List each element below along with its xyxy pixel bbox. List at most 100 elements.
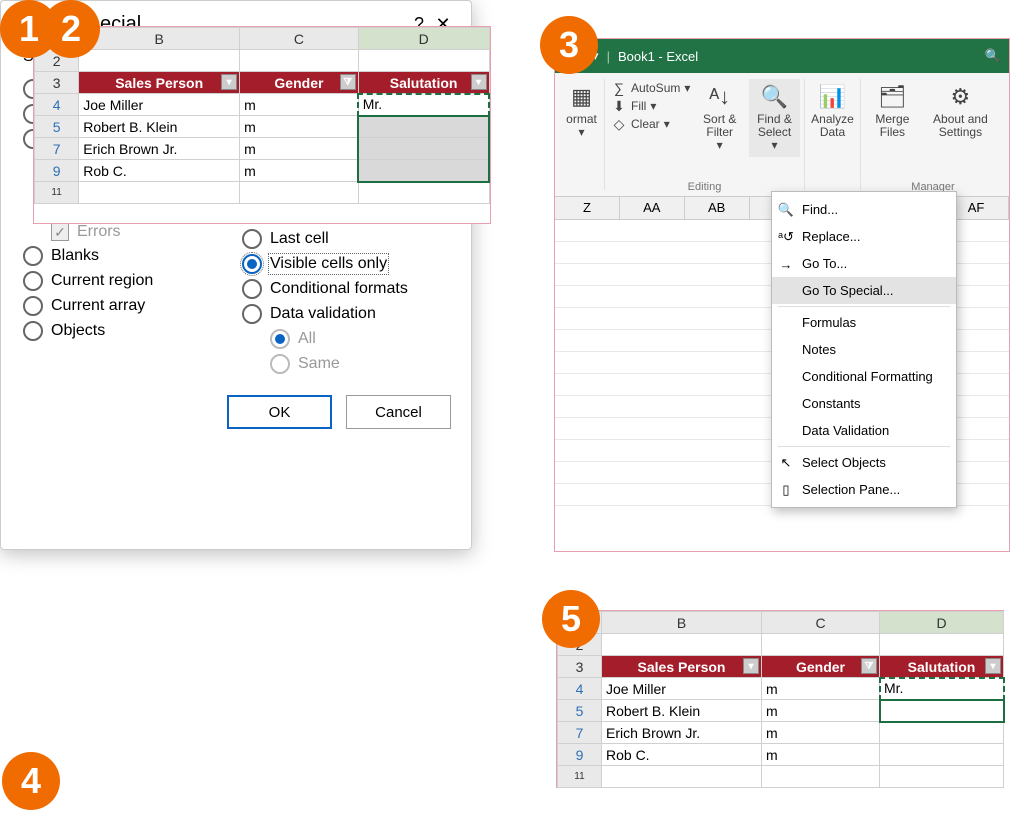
filter-active-icon[interactable]: ⧩: [861, 658, 877, 674]
col-header[interactable]: C: [762, 612, 880, 634]
sort-filter-button[interactable]: ᴬ↓Sort & Filter ▾: [696, 79, 743, 157]
menu-find[interactable]: 🔍Find...: [772, 196, 956, 223]
row-header[interactable]: 5: [35, 116, 79, 138]
cell[interactable]: Rob C.: [602, 744, 762, 766]
cell[interactable]: [880, 722, 1004, 744]
radio-current-region[interactable]: Current region: [23, 271, 232, 291]
worksheet-grid[interactable]: B C D 2 3 Sales Person▾ Gender⧩ Salutati…: [557, 611, 1005, 788]
cell[interactable]: m: [240, 94, 359, 116]
radio-objects[interactable]: Objects: [23, 321, 232, 341]
radio-same: Same: [270, 354, 451, 374]
col-header[interactable]: D: [880, 612, 1004, 634]
table-header-cell[interactable]: Gender⧩: [240, 72, 359, 94]
cell-selected[interactable]: [358, 138, 489, 160]
table-header-cell[interactable]: Sales Person▾: [602, 656, 762, 678]
ok-button[interactable]: OK: [227, 395, 332, 429]
cell[interactable]: Erich Brown Jr.: [79, 138, 240, 160]
cell-copied[interactable]: Mr.: [358, 94, 489, 116]
about-settings-button[interactable]: ⚙About and Settings: [920, 79, 1001, 143]
cell[interactable]: m: [240, 160, 359, 182]
table-header-cell[interactable]: Sales Person▾: [79, 72, 240, 94]
cell[interactable]: m: [762, 744, 880, 766]
menu-notes[interactable]: Notes: [772, 336, 956, 363]
menu-data-validation[interactable]: Data Validation: [772, 417, 956, 444]
cell-selected[interactable]: [358, 160, 489, 182]
filter-dropdown-icon[interactable]: ▾: [985, 658, 1001, 674]
cell[interactable]: m: [762, 722, 880, 744]
menu-replace[interactable]: ᵃ↺Replace...: [772, 223, 956, 250]
cell[interactable]: Robert B. Klein: [79, 116, 240, 138]
clear-button[interactable]: ◇Clear ▾: [611, 116, 690, 132]
filter-dropdown-icon[interactable]: ▾: [743, 658, 759, 674]
row-header[interactable]: 5: [558, 700, 602, 722]
step-badge-3: 3: [540, 16, 598, 74]
cell-active[interactable]: [880, 700, 1004, 722]
find-icon: 🔍: [778, 202, 794, 218]
merge-files-button[interactable]: 🗂Merge Files: [865, 79, 920, 143]
titlebar: ⊞ ▾ ▾ | Book1 - Excel 🔍: [555, 39, 1009, 73]
table-header-cell[interactable]: Salutation▾: [880, 656, 1004, 678]
cell[interactable]: m: [240, 116, 359, 138]
analyze-data-button[interactable]: 📊Analyze Data: [805, 79, 860, 143]
cell[interactable]: Erich Brown Jr.: [602, 722, 762, 744]
analyze-icon: 📊: [819, 83, 847, 111]
menu-conditional-formatting[interactable]: Conditional Formatting: [772, 363, 956, 390]
cell-selected[interactable]: [358, 116, 489, 138]
filter-dropdown-icon[interactable]: ▾: [471, 74, 487, 90]
step-badge-2: 2: [42, 0, 100, 58]
menu-formulas[interactable]: Formulas: [772, 309, 956, 336]
cell[interactable]: Joe Miller: [602, 678, 762, 700]
table-header-cell[interactable]: Gender⧩: [762, 656, 880, 678]
row-header[interactable]: 3: [558, 656, 602, 678]
worksheet-grid[interactable]: B C D 2 3 Sales Person▾ Gender⧩ Salutati…: [34, 27, 490, 204]
radio-blanks[interactable]: Blanks: [23, 246, 232, 266]
row-header[interactable]: 11: [558, 766, 602, 788]
menu-constants[interactable]: Constants: [772, 390, 956, 417]
window-title: Book1 - Excel: [618, 49, 698, 64]
radio-all: All: [270, 329, 451, 349]
menu-select-objects[interactable]: ↖Select Objects: [772, 449, 956, 476]
excel-ribbon-panel: ⊞ ▾ ▾ | Book1 - Excel 🔍 ▦ormat▾ ∑AutoSum…: [554, 38, 1010, 552]
autosum-button[interactable]: ∑AutoSum ▾: [611, 80, 690, 96]
row-header[interactable]: 4: [35, 94, 79, 116]
radio-visible-cells-only[interactable]: Visible cells only: [242, 254, 451, 274]
cell[interactable]: Robert B. Klein: [602, 700, 762, 722]
cell[interactable]: m: [762, 678, 880, 700]
row-header[interactable]: 3: [35, 72, 79, 94]
radio-conditional-formats[interactable]: Conditional formats: [242, 279, 451, 299]
cell[interactable]: [880, 744, 1004, 766]
replace-icon: ᵃ↺: [778, 229, 794, 245]
row-header[interactable]: 9: [558, 744, 602, 766]
cell[interactable]: m: [240, 138, 359, 160]
cell[interactable]: Rob C.: [79, 160, 240, 182]
radio-last-cell[interactable]: Last cell: [242, 229, 451, 249]
cancel-button[interactable]: Cancel: [346, 395, 451, 429]
col-header[interactable]: C: [240, 28, 359, 50]
col-header[interactable]: B: [602, 612, 762, 634]
col-header[interactable]: D: [358, 28, 489, 50]
row-header[interactable]: 11: [35, 182, 79, 204]
row-header[interactable]: 7: [558, 722, 602, 744]
row-header[interactable]: 9: [35, 160, 79, 182]
filter-active-icon[interactable]: ⧩: [340, 74, 356, 90]
cell-copied[interactable]: Mr.: [880, 678, 1004, 700]
menu-goto[interactable]: →Go To...: [772, 250, 956, 277]
sigma-icon: ∑: [611, 80, 627, 96]
radio-current-array[interactable]: Current array: [23, 296, 232, 316]
fill-button[interactable]: ⬇Fill ▾: [611, 98, 690, 114]
menu-goto-special[interactable]: Go To Special...: [772, 277, 956, 304]
radio-data-validation[interactable]: Data validation: [242, 304, 451, 324]
step-badge-4: 4: [2, 752, 60, 810]
format-button[interactable]: ▦ormat▾: [560, 79, 603, 143]
search-icon[interactable]: 🔍: [985, 48, 1001, 64]
goto-icon: →: [778, 256, 794, 272]
row-header[interactable]: 4: [558, 678, 602, 700]
cell[interactable]: Joe Miller: [79, 94, 240, 116]
table-header-cell[interactable]: Salutation▾: [358, 72, 489, 94]
row-header[interactable]: 7: [35, 138, 79, 160]
filter-dropdown-icon[interactable]: ▾: [221, 74, 237, 90]
col-header[interactable]: B: [79, 28, 240, 50]
find-select-button[interactable]: 🔍Find & Select ▾: [749, 79, 800, 157]
menu-selection-pane[interactable]: ▯Selection Pane...: [772, 476, 956, 503]
cell[interactable]: m: [762, 700, 880, 722]
